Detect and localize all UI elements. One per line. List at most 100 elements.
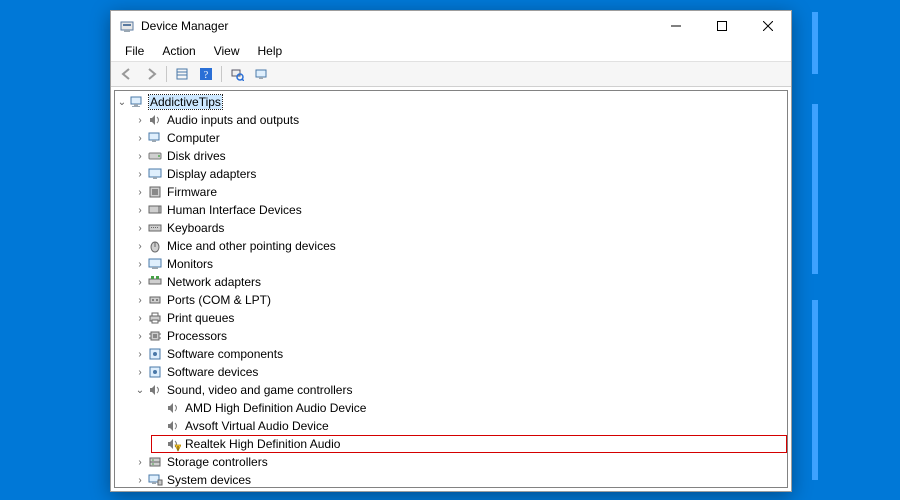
window-title: Device Manager xyxy=(141,19,228,33)
tree-item-label: Processors xyxy=(167,329,227,343)
tree-item[interactable]: ⌄ Sound, video and game controllers xyxy=(133,381,787,399)
titlebar: Device Manager xyxy=(111,11,791,41)
toolbar: ? xyxy=(111,61,791,87)
tree-item-label: Print queues xyxy=(167,311,234,325)
tree-item-label: Realtek High Definition Audio xyxy=(185,437,340,451)
minimize-button[interactable] xyxy=(653,11,699,41)
keyboard-icon xyxy=(147,220,163,236)
menu-view[interactable]: View xyxy=(206,43,248,59)
scan-hardware-button[interactable] xyxy=(225,63,249,85)
storage-icon xyxy=(147,454,163,470)
speaker-icon xyxy=(147,382,163,398)
expand-icon[interactable]: › xyxy=(133,203,147,217)
tree-item-label: Audio inputs and outputs xyxy=(167,113,299,127)
tree-item[interactable]: › Disk drives xyxy=(133,147,787,165)
menubar: File Action View Help xyxy=(111,41,791,61)
expand-icon[interactable]: › xyxy=(133,329,147,343)
tree-item[interactable]: › Software components xyxy=(133,345,787,363)
help-button[interactable]: ? xyxy=(194,63,218,85)
tree-item[interactable]: › Display adapters xyxy=(133,165,787,183)
expand-icon[interactable]: › xyxy=(133,365,147,379)
tree-item[interactable]: ›Monitors xyxy=(133,255,787,273)
system-icon xyxy=(147,472,163,488)
display-icon xyxy=(147,166,163,182)
tree-item-label: Keyboards xyxy=(167,221,224,235)
collapse-icon[interactable]: ⌄ xyxy=(133,383,147,397)
wallpaper-stripe xyxy=(812,12,818,74)
maximize-button[interactable] xyxy=(699,11,745,41)
tree-item[interactable]: › Processors xyxy=(133,327,787,345)
expand-icon[interactable]: › xyxy=(133,113,147,127)
tree-item-label: Firmware xyxy=(167,185,217,199)
speaker-icon xyxy=(165,400,181,416)
expand-icon[interactable]: › xyxy=(133,221,147,235)
expand-icon[interactable]: › xyxy=(133,149,147,163)
tree-item-label: Human Interface Devices xyxy=(167,203,302,217)
port-icon xyxy=(147,292,163,308)
tree-item-label: Disk drives xyxy=(167,149,226,163)
wallpaper-stripe xyxy=(812,300,818,480)
tree-item-label: AMD High Definition Audio Device xyxy=(185,401,366,415)
network-icon xyxy=(147,274,163,290)
tree-item[interactable]: › Mice and other pointing devices xyxy=(133,237,787,255)
back-button[interactable] xyxy=(115,63,139,85)
speaker-warn-icon xyxy=(165,436,181,452)
computer-root-icon xyxy=(129,94,145,110)
show-hide-button[interactable] xyxy=(170,63,194,85)
menu-action[interactable]: Action xyxy=(154,43,203,59)
tree-item[interactable]: Avsoft Virtual Audio Device xyxy=(151,417,787,435)
expand-icon[interactable]: › xyxy=(133,455,147,469)
component-icon xyxy=(147,346,163,362)
expand-icon[interactable]: › xyxy=(133,185,147,199)
expand-icon[interactable]: › xyxy=(133,347,147,361)
tree-item[interactable]: ›Storage controllers xyxy=(133,453,787,471)
hid-icon xyxy=(147,202,163,218)
expand-icon[interactable]: › xyxy=(133,473,147,487)
expand-icon[interactable]: › xyxy=(133,239,147,253)
tree-item[interactable]: ›Ports (COM & LPT) xyxy=(133,291,787,309)
tree-item-label: Mice and other pointing devices xyxy=(167,239,336,253)
tree-item[interactable]: › Firmware xyxy=(133,183,787,201)
tree-item-root[interactable]: ⌄ AddictiveTips xyxy=(115,93,787,111)
app-icon xyxy=(119,18,135,34)
device-manager-window: Device Manager File Action View Help xyxy=(110,10,792,492)
tree-item[interactable]: › Audio inputs and outputs xyxy=(133,111,787,129)
tree-item[interactable]: AMD High Definition Audio Device xyxy=(151,399,787,417)
expand-icon[interactable]: › xyxy=(133,167,147,181)
tree-item-label: Sound, video and game controllers xyxy=(167,383,352,397)
tree-item-label: System devices xyxy=(167,473,251,487)
wallpaper-stripe xyxy=(812,104,818,274)
close-button[interactable] xyxy=(745,11,791,41)
mouse-icon xyxy=(147,238,163,254)
tree-item[interactable]: › Computer xyxy=(133,129,787,147)
menu-help[interactable]: Help xyxy=(250,43,291,59)
tree-item[interactable]: › System devices xyxy=(133,471,787,488)
tree-item[interactable]: › Human Interface Devices xyxy=(133,201,787,219)
firmware-icon xyxy=(147,184,163,200)
speaker-icon xyxy=(147,112,163,128)
expand-icon[interactable]: › xyxy=(133,275,147,289)
tree-item-label: AddictiveTips xyxy=(149,95,222,109)
computer-icon xyxy=(147,130,163,146)
forward-button[interactable] xyxy=(139,63,163,85)
tree-item-label: Display adapters xyxy=(167,167,256,181)
cpu-icon xyxy=(147,328,163,344)
expand-icon[interactable]: › xyxy=(133,257,147,271)
expand-icon[interactable]: › xyxy=(133,293,147,307)
expand-icon[interactable]: › xyxy=(133,131,147,145)
toolbar-separator xyxy=(221,66,222,82)
tree-item[interactable]: › Print queues xyxy=(133,309,787,327)
tree-item-label: Avsoft Virtual Audio Device xyxy=(185,419,329,433)
component-icon xyxy=(147,364,163,380)
collapse-icon[interactable]: ⌄ xyxy=(115,95,129,109)
expand-icon[interactable]: › xyxy=(133,311,147,325)
tree-item[interactable]: ›Network adapters xyxy=(133,273,787,291)
tree-item[interactable]: Realtek High Definition Audio xyxy=(151,435,787,453)
tree-item[interactable]: › Keyboards xyxy=(133,219,787,237)
tree-item-label: Computer xyxy=(167,131,220,145)
tree-item[interactable]: ›Software devices xyxy=(133,363,787,381)
menu-file[interactable]: File xyxy=(117,43,152,59)
toolbar-separator xyxy=(166,66,167,82)
devices-button[interactable] xyxy=(249,63,273,85)
tree-item-label: Software components xyxy=(167,347,283,361)
